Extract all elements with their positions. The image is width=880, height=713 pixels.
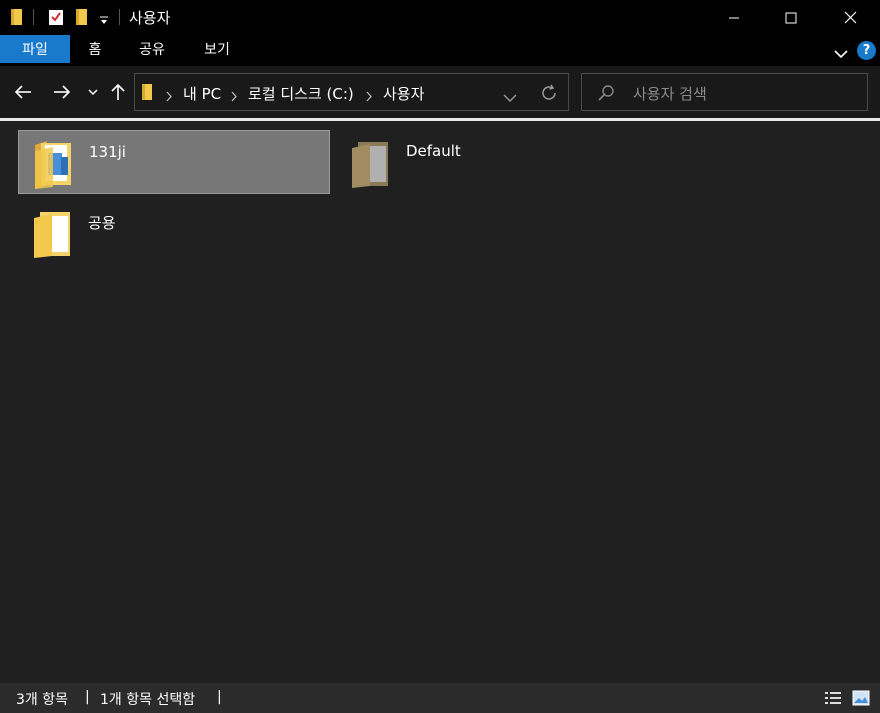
chevron-right-icon[interactable] [365,87,373,106]
chevron-right-icon[interactable] [165,87,173,106]
customize-toolbar-icon[interactable] [99,12,109,31]
folder-icon [30,206,76,262]
search-box[interactable]: 사용자 검색 [581,73,868,111]
search-icon [597,84,615,106]
title-bar: 사용자 [0,0,880,35]
toolbar-divider [33,9,34,25]
folder-icon [141,83,153,105]
item-count: 3개 항목 [16,692,68,708]
user-folder-icon [31,137,77,193]
maximize-button[interactable] [762,0,820,35]
maximize-icon [785,12,797,23]
close-button[interactable] [821,0,879,35]
folder-name: 131ji [89,143,126,161]
chevron-right-icon[interactable] [230,87,238,106]
folder-name: 공용 [88,214,116,232]
tab-share[interactable]: 공유 [127,35,177,63]
expand-ribbon-icon[interactable] [834,44,848,63]
breadcrumb-this-pc[interactable]: 내 PC [183,83,221,104]
folder-item-default[interactable]: Default [336,130,648,194]
selected-count: 1개 항목 선택함 [100,692,196,708]
folder-name: Default [406,142,461,160]
window-title: 사용자 [129,9,171,27]
tab-view[interactable]: 보기 [192,35,242,63]
back-button[interactable] [13,82,33,102]
arrow-left-icon [14,85,31,99]
minimize-button[interactable] [705,0,763,35]
recent-locations-button[interactable] [83,82,103,102]
status-divider: | [217,689,222,705]
file-list: 131ji Default 공용 [0,121,880,683]
new-folder-icon[interactable] [75,8,89,30]
folder-icon [348,136,394,192]
details-view-icon[interactable] [824,690,842,710]
ribbon: 파일 홈 공유 보기 ? [0,35,880,66]
chevron-down-icon [88,89,98,96]
large-icons-view-icon[interactable] [852,690,870,710]
help-button[interactable]: ? [857,41,876,60]
arrow-right-icon [54,85,71,99]
tab-file[interactable]: 파일 [0,35,70,63]
forward-button[interactable] [52,82,72,102]
breadcrumb-local-disk[interactable]: 로컬 디스크 (C:) [248,83,354,104]
navigation-bar: 내 PC 로컬 디스크 (C:) 사용자 사용자 검색 [0,66,880,118]
address-bar[interactable]: 내 PC 로컬 디스크 (C:) 사용자 [134,73,569,111]
breadcrumb-users[interactable]: 사용자 [383,83,424,104]
up-button[interactable] [108,82,128,102]
arrow-up-icon [111,83,125,100]
folder-item-131ji[interactable]: 131ji [18,130,330,194]
status-divider: | [85,689,90,705]
folder-icon [10,8,24,30]
address-dropdown-icon[interactable] [503,88,517,107]
close-icon [844,11,856,24]
tab-home[interactable]: 홈 [75,35,115,63]
search-input[interactable]: 사용자 검색 [633,83,707,104]
status-bar: 3개 항목 | 1개 항목 선택함 | [0,683,880,713]
minimize-icon [729,17,739,18]
refresh-icon[interactable] [540,84,558,106]
toolbar-divider [119,9,120,25]
properties-icon[interactable] [48,8,64,30]
folder-item-public[interactable]: 공용 [18,200,330,264]
